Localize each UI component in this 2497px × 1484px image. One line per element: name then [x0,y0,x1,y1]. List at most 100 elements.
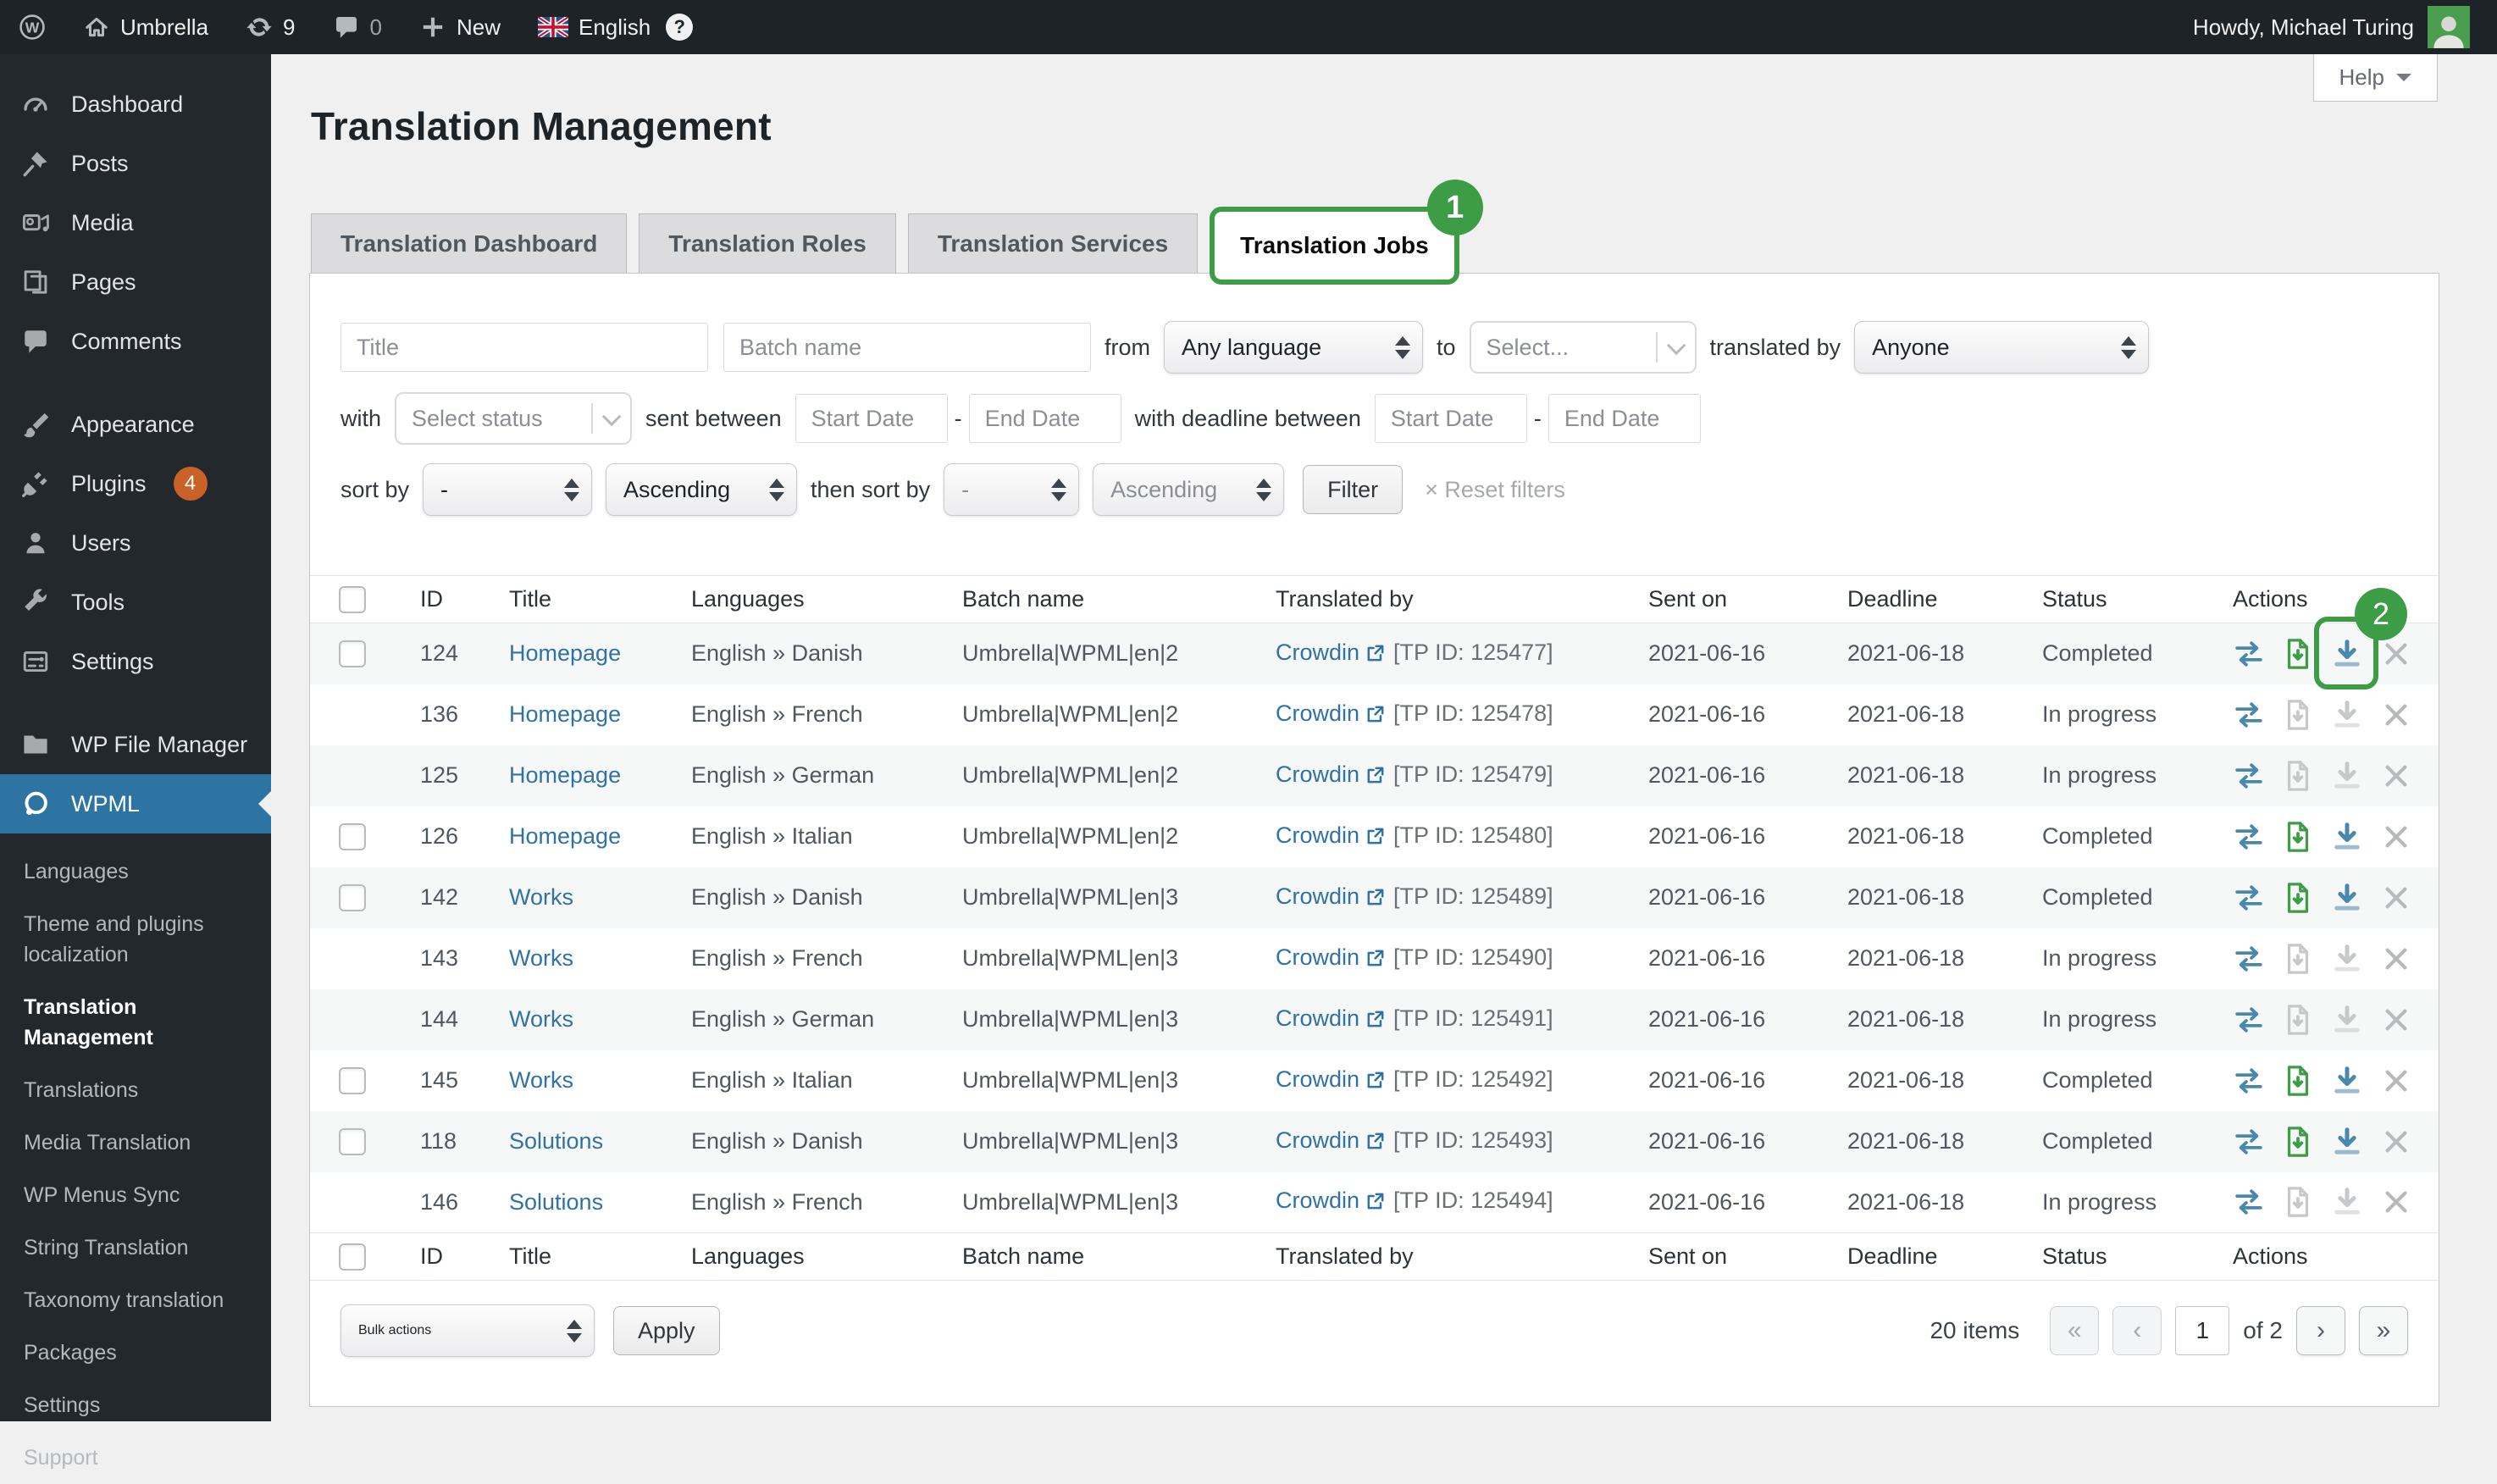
comments-link[interactable]: 0 [333,14,382,41]
job-title-link[interactable]: Works [509,884,573,910]
last-page-button[interactable]: » [2359,1306,2408,1355]
then-sort-order-select[interactable]: Ascending [1093,463,1284,516]
translator-link[interactable]: Crowdin [1276,1066,1359,1092]
status-multiselect[interactable]: Select status [395,392,632,445]
download-icon[interactable]: 2 [2331,635,2363,673]
job-title-link[interactable]: Solutions [509,1128,603,1154]
job-title-link[interactable]: Works [509,1067,573,1093]
batch-name-filter-input[interactable] [723,323,1091,372]
sort-order-select[interactable]: Ascending [606,463,797,516]
swap-icon[interactable] [2233,757,2265,795]
job-title-link[interactable]: Works [509,1006,573,1032]
document-download-icon[interactable] [2282,696,2314,734]
job-title-link[interactable]: Homepage [509,823,621,849]
swap-icon[interactable] [2233,1001,2265,1038]
first-page-button[interactable]: « [2050,1306,2099,1355]
swap-icon[interactable] [2233,1183,2265,1221]
cancel-icon[interactable] [2380,635,2412,673]
tab-translation-dashboard[interactable]: Translation Dashboard [311,213,627,273]
document-download-icon[interactable] [2282,757,2314,795]
job-title-link[interactable]: Homepage [509,762,621,788]
download-icon[interactable] [2331,818,2363,856]
sort-by-select[interactable]: - [423,463,592,516]
sidebar-item-tools[interactable]: Tools [0,573,271,632]
row-checkbox[interactable] [339,884,366,911]
download-icon[interactable] [2331,940,2363,977]
job-title-link[interactable]: Homepage [509,640,621,666]
reset-filters-link[interactable]: × Reset filters [1425,477,1565,503]
document-download-icon[interactable] [2282,635,2314,673]
updates-link[interactable]: 9 [246,14,295,41]
sidebar-item-appearance[interactable]: Appearance [0,395,271,454]
tab-translation-jobs[interactable]: Translation Jobs1 [1210,207,1459,285]
sidebar-item-wpml[interactable]: WPML [0,774,271,833]
sidebar-subitem-media-translation[interactable]: Media Translation [0,1116,271,1169]
swap-icon[interactable] [2233,1123,2265,1160]
translator-link[interactable]: Crowdin [1276,1127,1359,1153]
language-switcher[interactable]: English ? [538,14,693,41]
help-circle-icon[interactable]: ? [666,14,693,41]
sidebar-subitem-support[interactable]: Support [0,1431,271,1484]
current-page-input[interactable] [2175,1306,2229,1355]
sidebar-item-wp-file-manager[interactable]: WP File Manager [0,715,271,774]
row-checkbox[interactable] [339,640,366,667]
cancel-icon[interactable] [2380,818,2412,856]
prev-page-button[interactable]: ‹ [2112,1306,2162,1355]
sidebar-subitem-string-translation[interactable]: String Translation [0,1221,271,1274]
cancel-icon[interactable] [2380,1062,2412,1099]
sidebar-subitem-wp-menus-sync[interactable]: WP Menus Sync [0,1169,271,1221]
translator-link[interactable]: Crowdin [1276,883,1359,909]
swap-icon[interactable] [2233,696,2265,734]
download-icon[interactable] [2331,757,2363,795]
translator-link[interactable]: Crowdin [1276,761,1359,787]
download-icon[interactable] [2331,1123,2363,1160]
job-title-link[interactable]: Homepage [509,701,621,727]
job-title-link[interactable]: Solutions [509,1189,603,1215]
deadline-start-date-input[interactable] [1375,394,1527,443]
translator-link[interactable]: Crowdin [1276,640,1359,665]
document-download-icon[interactable] [2282,1123,2314,1160]
row-checkbox[interactable] [339,1067,366,1094]
translated-by-select[interactable]: Anyone [1854,321,2149,374]
cancel-icon[interactable] [2380,1123,2412,1160]
sidebar-subitem-settings[interactable]: Settings [0,1379,271,1431]
select-all-checkbox[interactable] [339,586,366,613]
swap-icon[interactable] [2233,635,2265,673]
from-language-select[interactable]: Any language [1164,321,1423,374]
next-page-button[interactable]: › [2296,1306,2345,1355]
sidebar-subitem-translation-management[interactable]: Translation Management [0,981,271,1064]
sidebar-item-pages[interactable]: Pages [0,252,271,312]
download-icon[interactable] [2331,879,2363,916]
howdy-text[interactable]: Howdy, Michael Turing [2193,14,2414,41]
tab-translation-roles[interactable]: Translation Roles [639,213,895,273]
sidebar-item-plugins[interactable]: Plugins4 [0,454,271,513]
download-icon[interactable] [2331,1001,2363,1038]
translator-link[interactable]: Crowdin [1276,700,1359,726]
cancel-icon[interactable] [2380,1183,2412,1221]
job-title-link[interactable]: Works [509,945,573,971]
sidebar-item-media[interactable]: Media [0,193,271,252]
sent-start-date-input[interactable] [795,394,948,443]
sidebar-item-comments[interactable]: Comments [0,312,271,371]
download-icon[interactable] [2331,1183,2363,1221]
translator-link[interactable]: Crowdin [1276,1188,1359,1213]
sidebar-item-users[interactable]: Users [0,513,271,573]
cancel-icon[interactable] [2380,696,2412,734]
cancel-icon[interactable] [2380,757,2412,795]
document-download-icon[interactable] [2282,1062,2314,1099]
translator-link[interactable]: Crowdin [1276,944,1359,970]
cancel-icon[interactable] [2380,1001,2412,1038]
deadline-end-date-input[interactable] [1548,394,1701,443]
wordpress-menu[interactable]: W [19,14,46,41]
help-button[interactable]: Help [2313,54,2438,102]
avatar[interactable] [2428,6,2470,48]
document-download-icon[interactable] [2282,818,2314,856]
row-checkbox[interactable] [339,823,366,850]
download-icon[interactable] [2331,1062,2363,1099]
document-download-icon[interactable] [2282,879,2314,916]
row-checkbox[interactable] [339,1128,366,1155]
to-language-multiselect[interactable]: Select... [1470,321,1697,374]
translator-link[interactable]: Crowdin [1276,822,1359,848]
swap-icon[interactable] [2233,879,2265,916]
cancel-icon[interactable] [2380,940,2412,977]
